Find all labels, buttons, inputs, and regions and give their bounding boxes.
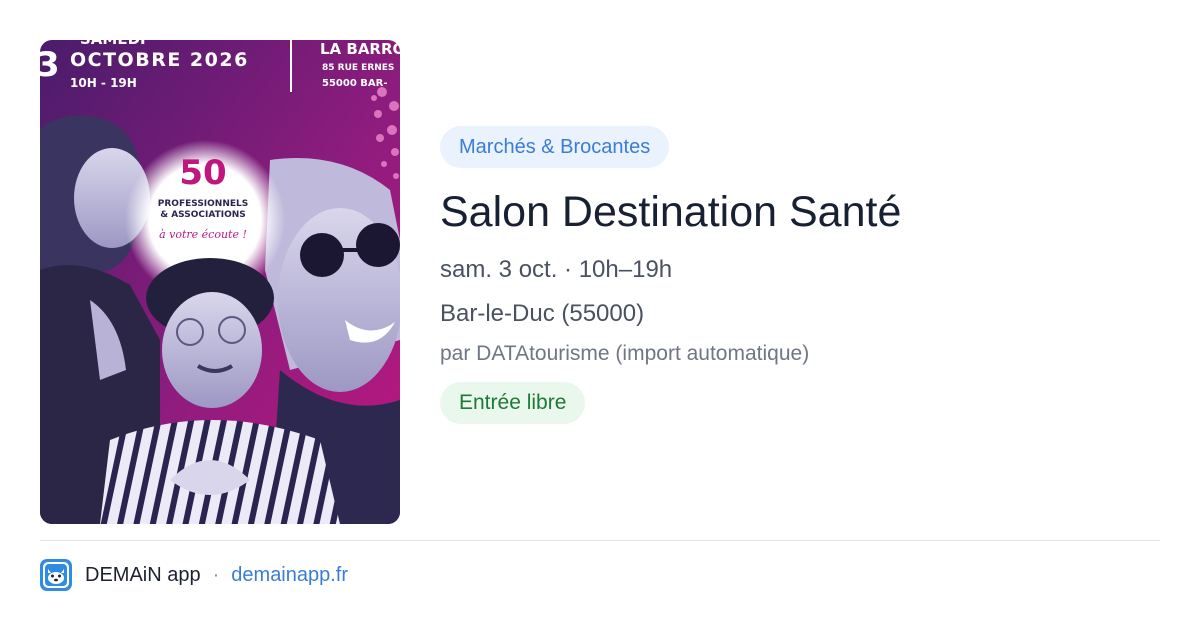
event-poster-image[interactable]: SAMEDI 3 OCTOBRE 2026 10H - 19H LA BARRO… (40, 40, 400, 524)
app-name: DEMAiN app (85, 563, 201, 586)
poster-street: 85 RUE ERNES (322, 63, 394, 73)
event-info: Marchés & Brocantes Salon Destination Sa… (440, 126, 1160, 424)
poster-venue: LA BARRO (320, 40, 400, 58)
event-share-card: SAMEDI 3 OCTOBRE 2026 10H - 19H LA BARRO… (0, 0, 1200, 630)
category-chip[interactable]: Marchés & Brocantes (440, 126, 670, 168)
poster-zip: 55000 BAR- (322, 78, 387, 89)
app-url-link[interactable]: demainapp.fr (231, 564, 348, 587)
footer-divider (40, 540, 1160, 541)
footer: DEMAiN app · demainapp.fr (40, 558, 348, 592)
poster-count-label-1: PROFESSIONNELS (158, 199, 248, 209)
poster-count: 50 (179, 153, 226, 193)
poster-month-year: OCTOBRE 2026 (70, 49, 249, 71)
poster-day-word: SAMEDI (80, 40, 146, 48)
price-chip: Entrée libre (440, 382, 586, 424)
poster-day-number: 3 (40, 45, 60, 85)
demain-app-logo-icon[interactable] (40, 559, 72, 591)
poster-tagline: à votre écoute ! (159, 228, 247, 241)
poster-hours: 10H - 19H (70, 76, 137, 90)
poster-header-divider (290, 40, 292, 92)
footer-separator: · (212, 563, 220, 586)
event-source: par DATAtourisme (import automatique) (440, 342, 810, 365)
poster-count-label-2: & ASSOCIATIONS (160, 210, 246, 220)
poster-artwork: SAMEDI 3 OCTOBRE 2026 10H - 19H LA BARRO… (40, 40, 400, 524)
event-location: Bar-le-Duc (55000) (440, 300, 645, 327)
event-date-time: sam. 3 oct. · 10h–19h (440, 256, 673, 283)
event-title[interactable]: Salon Destination Santé (440, 186, 1160, 238)
